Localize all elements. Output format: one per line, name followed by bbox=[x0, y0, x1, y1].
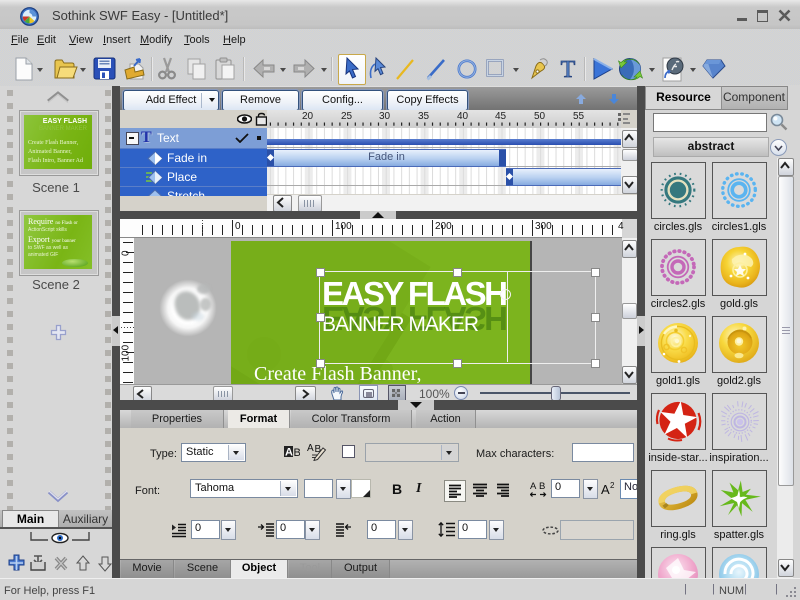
svg-text:0: 0 bbox=[121, 250, 132, 256]
svg-text:A: A bbox=[601, 482, 610, 496]
svg-text:A: A bbox=[530, 481, 537, 492]
svg-text:T: T bbox=[561, 57, 576, 82]
svg-text:A: A bbox=[307, 443, 314, 454]
svg-text:B: B bbox=[294, 447, 301, 458]
svg-text:100: 100 bbox=[121, 344, 132, 361]
svg-text:B: B bbox=[539, 481, 545, 492]
svg-text:2: 2 bbox=[610, 481, 615, 490]
svg-text:A: A bbox=[285, 447, 293, 459]
